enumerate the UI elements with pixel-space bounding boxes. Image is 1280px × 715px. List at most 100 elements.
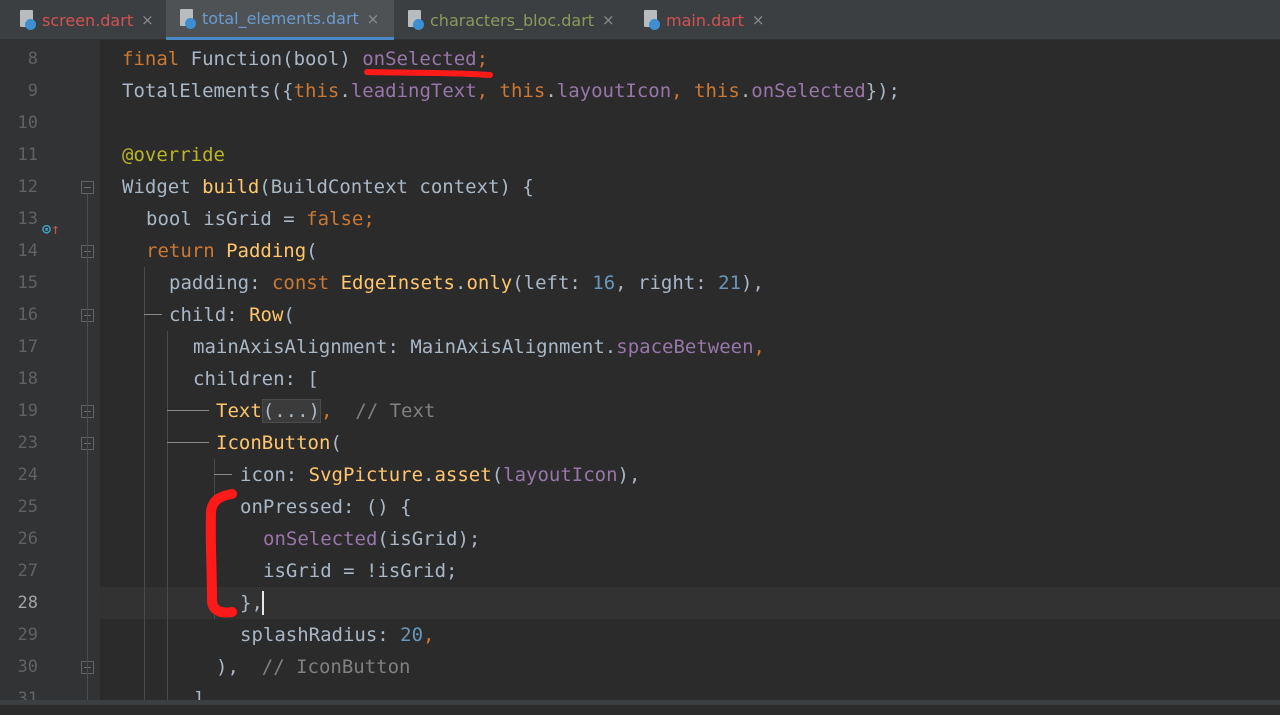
- close-tab-icon[interactable]: ×: [752, 11, 765, 29]
- token: ;: [363, 208, 375, 230]
- token: Function(bool): [179, 48, 363, 70]
- token-function: IconButton: [216, 432, 331, 454]
- line-number: 25: [17, 497, 38, 517]
- folded-region[interactable]: (...): [261, 399, 321, 423]
- token: onPressed: () {: [240, 496, 412, 518]
- code-line-26: onSelected(isGrid);: [263, 523, 480, 555]
- dart-file-icon: [408, 10, 424, 30]
- token: (: [491, 464, 504, 486]
- token-function: SvgPicture: [308, 464, 424, 486]
- token-field: spaceBetween: [616, 336, 754, 358]
- token: ;: [476, 48, 489, 70]
- token-number: 16: [592, 272, 616, 294]
- line-number: 16: [17, 305, 38, 325]
- token: (isGrid);: [377, 528, 481, 550]
- code-line-28: },: [240, 587, 263, 619]
- code-line-23: IconButton(: [216, 427, 342, 459]
- code-line-15: padding: const EdgeInsets.only(left: 16,…: [169, 267, 764, 299]
- token: },: [240, 592, 263, 614]
- indent-guide: [167, 331, 168, 705]
- line-number: 18: [17, 369, 38, 389]
- code-line-17: mainAxisAlignment: MainAxisAlignment.spa…: [193, 331, 765, 363]
- close-tab-icon[interactable]: ×: [602, 11, 615, 29]
- current-line-highlight: [100, 587, 1280, 619]
- line-number: 12: [17, 177, 38, 197]
- line-number: 29: [17, 625, 38, 645]
- token-function: Text: [216, 400, 262, 422]
- token: icon:: [240, 464, 309, 486]
- token: Widget: [122, 176, 203, 198]
- token-function: asset: [434, 464, 492, 486]
- token-keyword: false: [306, 208, 364, 230]
- code-line-14: return Padding(: [146, 235, 318, 267]
- code-line-24: icon: SvgPicture.asset(layoutIcon),: [240, 459, 640, 491]
- override-marker-icon[interactable]: ⊙↑: [42, 221, 60, 237]
- token-keyword: this: [293, 80, 340, 102]
- token: , right:: [615, 272, 719, 294]
- code-line-18: children: [: [193, 363, 319, 395]
- token: (left:: [512, 272, 593, 294]
- token-field: onSelected: [263, 528, 378, 550]
- tab-screen-dart[interactable]: screen.dart ×: [0, 0, 164, 40]
- token: isGrid = !isGrid;: [263, 560, 458, 582]
- code-line-30: ), // IconButton: [216, 651, 410, 683]
- token-function: EdgeInsets: [340, 272, 455, 294]
- line-number: 27: [17, 561, 38, 581]
- code-line-11: @override: [122, 139, 225, 171]
- line-number: 24: [17, 465, 38, 485]
- token-comment: // IconButton: [261, 656, 411, 678]
- token: padding:: [169, 272, 272, 294]
- token-function: Row: [249, 304, 284, 326]
- token-keyword: return: [146, 240, 227, 262]
- token-function: build: [202, 176, 260, 198]
- line-number-current: 28: [17, 593, 38, 613]
- token-number: 20: [400, 624, 424, 646]
- tab-total-elements-dart[interactable]: total_elements.dart ×: [166, 0, 394, 40]
- token: ,: [671, 80, 695, 102]
- code-line-29: splashRadius: 20,: [240, 619, 435, 651]
- line-number: 11: [17, 145, 38, 165]
- fold-line: [87, 194, 88, 705]
- tab-characters-bloc-dart[interactable]: characters_bloc.dart ×: [396, 0, 632, 40]
- token-keyword: final: [122, 48, 180, 70]
- token-annotation: @override: [122, 144, 225, 166]
- token-function: Padding: [226, 240, 307, 262]
- token: });: [865, 80, 900, 102]
- token-function: only: [466, 272, 513, 294]
- indent-guide: [167, 442, 209, 443]
- line-number-gutter: 8 9 10 11 12 13 14 15 16 17 18 19 23 24 …: [0, 40, 100, 709]
- code-editor[interactable]: final Function(bool) onSelected; TotalEl…: [100, 40, 1280, 705]
- dart-file-icon: [644, 10, 660, 30]
- line-number: 31: [17, 689, 38, 709]
- line-number: 9: [27, 81, 38, 101]
- token: ),: [617, 464, 641, 486]
- close-tab-icon[interactable]: ×: [141, 11, 154, 29]
- token: mainAxisAlignment: MainAxisAlignment.: [193, 336, 617, 358]
- indent-guide: [214, 459, 215, 619]
- code-line-12: Widget build(BuildContext context) {: [122, 171, 534, 203]
- token: ),: [741, 272, 764, 294]
- token-field: layoutIcon: [503, 464, 618, 486]
- token: children: [: [193, 368, 319, 390]
- token-keyword: this: [694, 80, 740, 102]
- line-number: 26: [17, 529, 38, 549]
- token: child:: [169, 304, 250, 326]
- token: splashRadius:: [240, 624, 401, 646]
- token: .: [545, 80, 557, 102]
- close-tab-icon[interactable]: ×: [367, 10, 380, 28]
- dart-file-icon: [20, 10, 36, 30]
- bottom-edge: [0, 700, 1280, 705]
- indent-guide: [144, 267, 145, 705]
- indent-guide: [214, 474, 232, 475]
- line-number: 10: [17, 113, 38, 133]
- code-line-27: isGrid = !isGrid;: [263, 555, 457, 587]
- token: (: [306, 240, 318, 262]
- fold-arrow-icon[interactable]: [81, 181, 94, 194]
- token-comment: // Text: [355, 400, 436, 422]
- tab-main-dart[interactable]: main.dart ×: [636, 0, 786, 40]
- token: ,: [476, 80, 500, 102]
- indent-guide: [144, 314, 162, 315]
- token: TotalElements({: [122, 80, 294, 102]
- text-caret: [262, 591, 264, 615]
- token: bool isGrid =: [146, 208, 307, 230]
